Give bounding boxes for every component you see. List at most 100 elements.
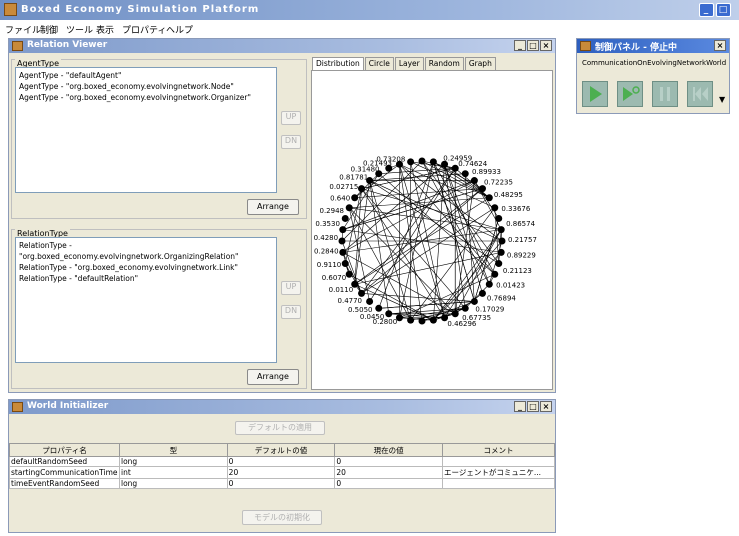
close-button[interactable]: × <box>714 40 726 51</box>
graph-node[interactable] <box>375 304 383 312</box>
graph-node[interactable] <box>418 157 426 165</box>
node-label: 0.81781 <box>339 173 368 181</box>
node-label: 0.2948 <box>319 207 344 215</box>
graph-node[interactable] <box>491 204 499 212</box>
agent-up-button[interactable]: UP <box>281 111 301 125</box>
list-item[interactable]: AgentType - "defaultAgent" <box>19 70 273 81</box>
table-cell <box>442 478 555 489</box>
play-step-button[interactable] <box>617 81 643 107</box>
graph-node[interactable] <box>478 289 486 297</box>
window-icon <box>580 41 591 51</box>
minimize-button[interactable]: _ <box>699 3 714 17</box>
maximize-button[interactable]: □ <box>527 401 539 412</box>
graph-node[interactable] <box>358 185 366 193</box>
pause-button[interactable] <box>652 81 678 107</box>
column-header[interactable]: プロパティ名 <box>9 443 120 457</box>
table-cell[interactable]: 0 <box>226 478 336 489</box>
graph-node[interactable] <box>485 194 493 202</box>
menu-tools[interactable]: ツール <box>66 23 93 36</box>
relation-up-button[interactable]: UP <box>281 281 301 295</box>
network-graph-canvas[interactable]: 0.24959 0.74624 0.89933 0.72235 0.48295 0.336… <box>311 70 553 390</box>
list-item[interactable]: AgentType - "org.boxed_economy.evolvingn… <box>19 92 273 103</box>
graph-node[interactable] <box>497 248 505 256</box>
relation-viewer-titlebar: Relation Viewer _ □ × <box>9 39 555 53</box>
relation-down-button[interactable]: DN <box>281 305 301 319</box>
graph-node[interactable] <box>338 237 346 245</box>
relation-type-list[interactable]: RelationType - "org.boxed_economy.evolvi… <box>15 237 277 363</box>
graph-node[interactable] <box>385 310 393 318</box>
table-row[interactable]: timeEventRandomSeed long 0 0 <box>9 478 555 489</box>
table-cell[interactable]: 0 <box>226 456 336 467</box>
tab-layer[interactable]: Layer <box>394 57 424 70</box>
graph-node[interactable] <box>339 226 347 234</box>
tab-random[interactable]: Random <box>424 57 464 70</box>
graph-node[interactable] <box>485 280 493 288</box>
initialize-model-button[interactable]: モデルの初期化 <box>242 510 322 525</box>
maximize-button[interactable]: □ <box>527 40 539 51</box>
menu-help[interactable]: ヘルプ <box>166 23 193 36</box>
column-header[interactable]: コメント <box>442 443 555 457</box>
agent-down-button[interactable]: DN <box>281 135 301 149</box>
table-cell[interactable]: 0 <box>334 478 444 489</box>
minimize-button[interactable]: _ <box>514 40 526 51</box>
control-panel-title: 制御パネル - 停止中 <box>595 43 678 53</box>
maximize-button[interactable]: □ <box>716 3 731 17</box>
graph-node[interactable] <box>495 214 503 222</box>
graph-node[interactable] <box>461 304 469 312</box>
play-button[interactable] <box>582 81 608 107</box>
menu-file[interactable]: ファイル <box>5 23 41 36</box>
graph-node[interactable] <box>341 260 349 268</box>
menu-properties[interactable]: プロパティ <box>122 23 166 36</box>
column-header[interactable]: 型 <box>118 443 228 457</box>
agent-arrange-button[interactable]: Arrange <box>247 199 299 215</box>
node-label: 0.21123 <box>503 267 532 275</box>
table-cell: long <box>118 478 228 489</box>
agent-type-list[interactable]: AgentType - "defaultAgent" AgentType - "… <box>15 67 277 193</box>
graph-node[interactable] <box>345 270 353 278</box>
apply-default-button[interactable]: デフォルトの適用 <box>235 421 325 435</box>
graph-node[interactable] <box>429 316 437 324</box>
graph-node[interactable] <box>407 158 415 166</box>
graph-node[interactable] <box>470 297 478 305</box>
relation-arrange-button[interactable]: Arrange <box>247 369 299 385</box>
minimize-button[interactable]: _ <box>514 401 526 412</box>
graph-node[interactable] <box>470 177 478 185</box>
graph-node[interactable] <box>407 316 415 324</box>
list-item[interactable]: RelationType - "org.boxed_economy.evolvi… <box>19 262 273 273</box>
column-header[interactable]: デフォルトの値 <box>226 443 336 457</box>
graph-node[interactable] <box>339 248 347 256</box>
table-cell[interactable]: 20 <box>226 466 336 479</box>
chevron-down-icon[interactable]: ▼ <box>719 95 725 104</box>
tab-distribution[interactable]: Distribution <box>312 57 364 70</box>
graph-node[interactable] <box>418 317 426 325</box>
list-item[interactable]: AgentType - "org.boxed_economy.evolvingn… <box>19 81 273 92</box>
column-header[interactable]: 現在の値 <box>334 443 444 457</box>
table-cell <box>442 456 555 467</box>
graph-node[interactable] <box>497 226 505 234</box>
menu-control[interactable]: 制御 <box>40 23 58 36</box>
node-label: 0.640 <box>330 194 350 202</box>
tab-circle[interactable]: Circle <box>364 57 394 70</box>
list-item[interactable]: RelationType - "org.boxed_economy.evolvi… <box>19 240 273 262</box>
graph-node[interactable] <box>451 310 459 318</box>
graph-node[interactable] <box>495 260 503 268</box>
table-row[interactable]: startingCommunicationTime int 20 20 エージェ… <box>9 466 555 479</box>
list-item[interactable]: RelationType - "defaultRelation" <box>19 273 273 284</box>
graph-node[interactable] <box>461 170 469 178</box>
rewind-button[interactable] <box>687 81 713 107</box>
table-cell[interactable]: 20 <box>334 466 444 479</box>
tab-graph[interactable]: Graph <box>464 57 496 70</box>
graph-node[interactable] <box>345 204 353 212</box>
node-label: 0.2840 <box>314 248 339 256</box>
graph-node[interactable] <box>341 214 349 222</box>
graph-node[interactable] <box>498 237 506 245</box>
graph-node[interactable] <box>429 158 437 166</box>
close-button[interactable]: × <box>540 401 552 412</box>
menu-view[interactable]: 表示 <box>96 23 114 36</box>
close-button[interactable]: × <box>540 40 552 51</box>
table-row[interactable]: defaultRandomSeed long 0 0 <box>9 456 555 467</box>
graph-node[interactable] <box>366 297 374 305</box>
table-cell[interactable]: 0 <box>334 456 444 467</box>
graph-node[interactable] <box>491 270 499 278</box>
graph-node[interactable] <box>351 194 359 202</box>
